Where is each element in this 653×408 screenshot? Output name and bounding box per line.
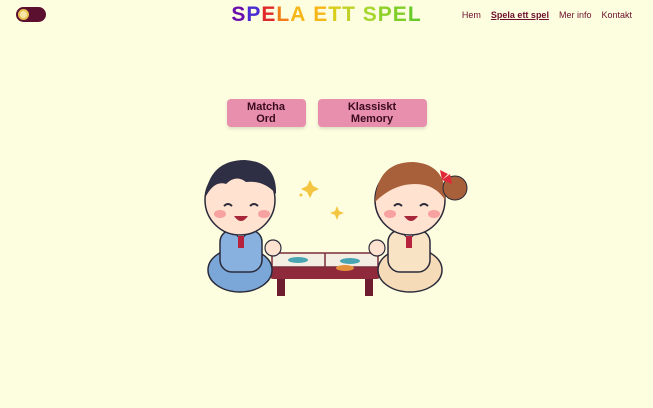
matcha-ord-button[interactable]: Matcha Ord (226, 99, 306, 127)
logo-letter: T (342, 3, 356, 26)
logo-letter: A (290, 3, 307, 26)
nav-link-spela-ett-spel[interactable]: Spela ett spel (491, 10, 549, 20)
logo-letter: P (377, 3, 393, 26)
logo-letter (356, 3, 363, 27)
logo-letter: L (276, 3, 291, 26)
logo-letter: P (246, 3, 262, 26)
klassiskt-memory-button[interactable]: Klassiskt Memory (317, 99, 427, 127)
logo-letter: L (407, 3, 422, 26)
logo-letter: E (261, 3, 277, 26)
game-selection: Matcha Ord Klassiskt Memory (0, 99, 653, 127)
main-nav: Hem Spela ett spel Mer info Kontakt (462, 10, 632, 20)
logo-letter: E (392, 3, 408, 26)
nav-link-hem[interactable]: Hem (462, 10, 481, 20)
kids-playing-illustration (204, 160, 468, 296)
logo-letter: S (362, 3, 378, 26)
logo-letter (306, 3, 313, 27)
logo-letter: S (231, 3, 247, 26)
logo-letter: T (328, 3, 343, 26)
nav-link-mer-info[interactable]: Mer info (559, 10, 592, 20)
nav-link-kontakt[interactable]: Kontakt (601, 10, 632, 20)
logo-letter: E (313, 3, 329, 26)
